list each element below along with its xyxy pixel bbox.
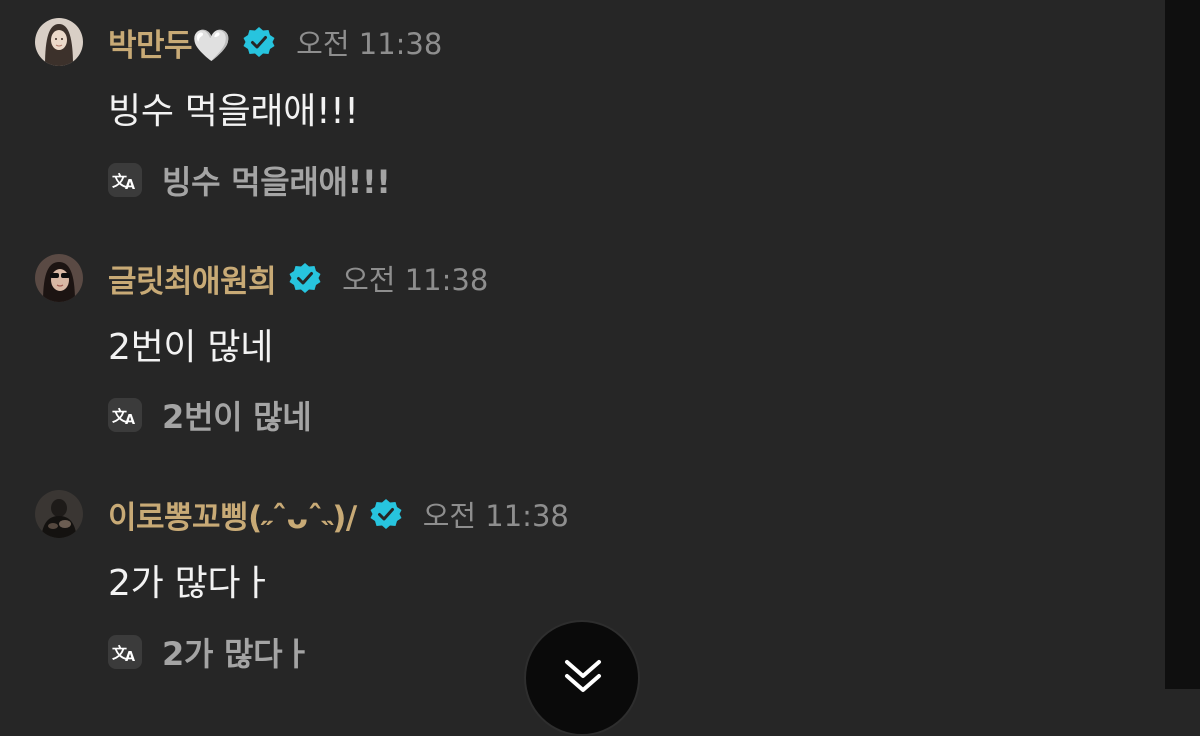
verified-badge-icon xyxy=(242,25,276,59)
avatar[interactable] xyxy=(35,18,83,66)
message-text: 2가 많다ㅏ xyxy=(108,563,274,604)
username[interactable]: 글릿최애원희 xyxy=(108,256,277,301)
timestamp: 오전 11:38 xyxy=(296,27,443,61)
chat-area[interactable]: 박만두🤍 오전 11:38 빙수 먹을래애!!! 文 A 빙수 먹을래애!!! xyxy=(0,0,1165,736)
timestamp: 오전 11:38 xyxy=(342,263,489,297)
translate-icon[interactable]: 文 A xyxy=(108,635,142,669)
double-chevron-down-icon xyxy=(565,660,601,692)
scroll-to-bottom-button[interactable] xyxy=(524,620,640,736)
translated-text: 2가 많다ㅏ xyxy=(162,635,312,673)
verified-badge-icon xyxy=(288,261,322,295)
translate-icon[interactable]: 文 A xyxy=(108,163,142,197)
svg-text:A: A xyxy=(125,178,135,191)
avatar[interactable] xyxy=(35,490,83,538)
svg-text:A: A xyxy=(125,650,135,663)
svg-text:A: A xyxy=(125,413,135,426)
translated-text: 빙수 먹을래애!!! xyxy=(162,163,391,201)
timestamp: 오전 11:38 xyxy=(422,499,569,533)
translated-text: 2번이 많네 xyxy=(162,398,312,436)
verified-badge-icon xyxy=(369,497,403,531)
translate-icon[interactable]: 文 A xyxy=(108,398,142,432)
avatar[interactable] xyxy=(35,254,83,302)
message-text: 2번이 많네 xyxy=(108,327,274,368)
username[interactable]: 박만두🤍 xyxy=(108,20,231,65)
username[interactable]: 이로뽕꼬삥(˶ˆᴗˆ˵)/ xyxy=(108,492,357,537)
side-panel-edge xyxy=(1165,0,1200,689)
message-text: 빙수 먹을래애!!! xyxy=(108,91,359,132)
